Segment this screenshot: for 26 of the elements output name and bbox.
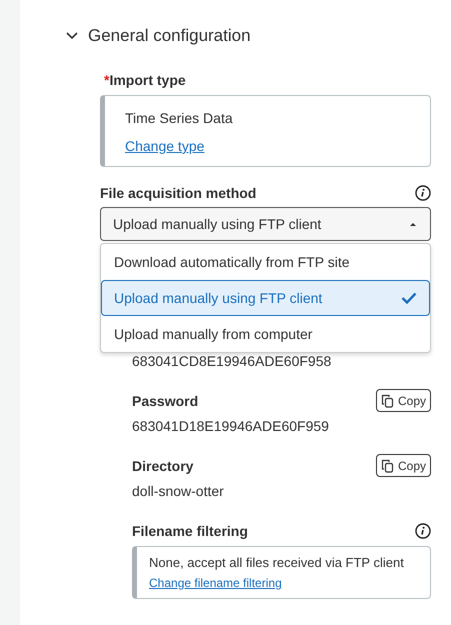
checkmark-icon xyxy=(401,292,417,304)
copy-icon xyxy=(380,394,394,408)
copy-icon xyxy=(380,458,394,472)
change-type-link[interactable]: Change type xyxy=(125,138,204,154)
acquisition-select[interactable]: Upload manually using FTP client xyxy=(100,207,431,241)
filtering-value: None, accept all files received via FTP client xyxy=(149,555,405,570)
dropdown-option[interactable]: Upload manually from computer xyxy=(101,316,430,352)
import-type-label: *Import type xyxy=(104,72,187,88)
credential-value: 683041CD8E19946ADE60F958 xyxy=(132,353,332,369)
credential-value: 683041D18E19946ADE60F959 xyxy=(132,418,330,434)
credential-value: doll-snow-otter xyxy=(132,483,225,499)
change-filtering-link[interactable]: Change filename filtering xyxy=(149,576,282,590)
chevron-down-icon[interactable] xyxy=(66,32,78,40)
dropdown-option[interactable]: Upload manually using FTP client xyxy=(101,280,430,316)
section-title[interactable]: General configuration xyxy=(88,26,251,46)
copy-button[interactable]: Copy xyxy=(376,454,431,477)
acquisition-label: File acquisition method xyxy=(100,185,256,201)
import-type-value: Time Series Data xyxy=(125,110,234,126)
info-icon[interactable] xyxy=(415,185,431,201)
copy-button[interactable]: Copy xyxy=(376,389,431,412)
info-icon[interactable] xyxy=(415,523,431,539)
caret-icon xyxy=(408,221,418,227)
credential-label: Password xyxy=(132,392,198,408)
dropdown-option[interactable]: Download automatically from FTP site xyxy=(101,244,430,280)
credential-label: Directory xyxy=(132,458,194,474)
filtering-label: Filename filtering xyxy=(132,523,248,539)
